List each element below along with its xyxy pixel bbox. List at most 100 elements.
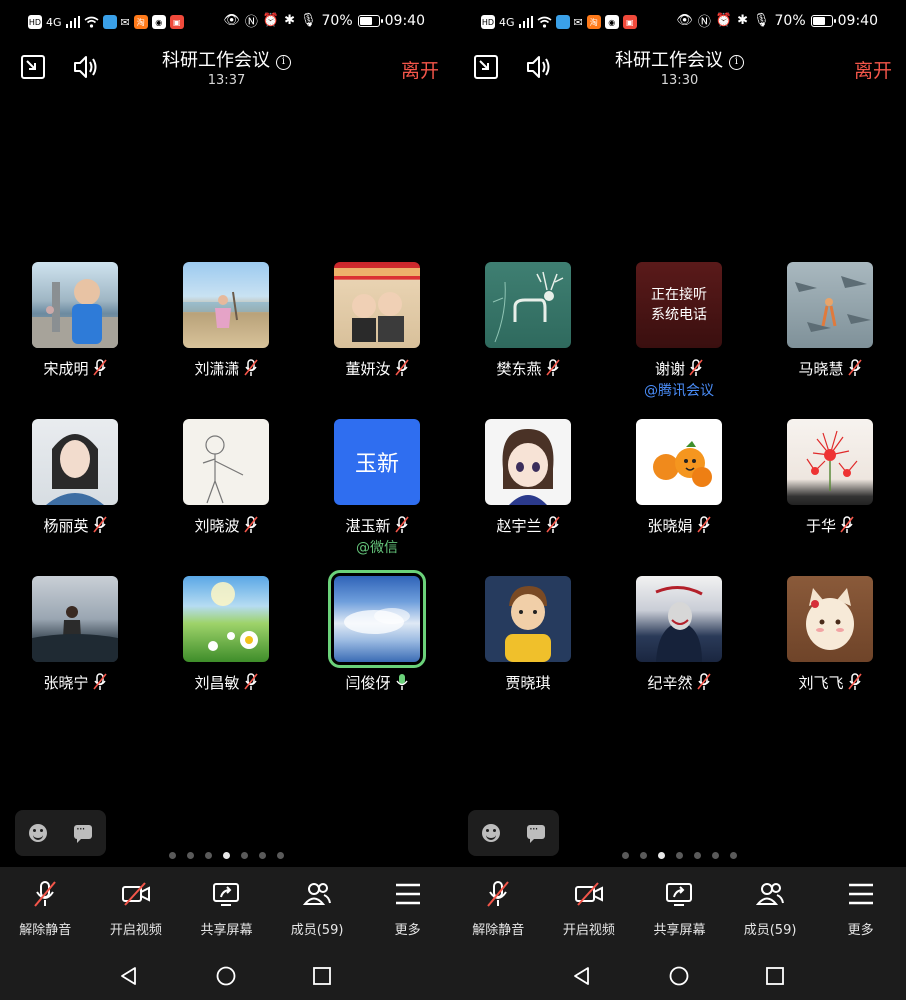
emoji-icon[interactable]	[482, 824, 500, 842]
battery-icon	[357, 14, 383, 27]
share-screen-label: 共享屏幕	[653, 923, 706, 938]
recent-apps-icon[interactable]	[311, 965, 333, 987]
mic-muted-icon	[92, 359, 107, 376]
members-button[interactable]: 成员(59)	[725, 867, 816, 951]
back-icon[interactable]	[118, 965, 140, 987]
home-icon[interactable]	[668, 965, 690, 987]
meeting-title-group[interactable]: 科研工作会议 i 13:37	[0, 46, 453, 88]
more-button[interactable]: 更多	[815, 867, 906, 951]
participant-tile[interactable]: 于华	[765, 419, 895, 535]
battery-percent: 70%	[774, 12, 806, 29]
page-dot[interactable]	[277, 852, 284, 859]
start-video-button[interactable]: 开启视频	[91, 867, 182, 951]
app-shield-icon: ◉	[604, 15, 619, 29]
participant-name: 刘潇潇	[194, 359, 240, 378]
page-dot[interactable]	[259, 852, 266, 859]
participant-name: 湛玉新	[345, 516, 391, 535]
page-dot[interactable]	[676, 852, 683, 859]
participant-tile[interactable]: 杨丽英	[10, 419, 140, 535]
avatar	[787, 419, 873, 505]
mic-muted-icon	[92, 673, 107, 690]
participant-tile[interactable]: 刘晓波	[161, 419, 291, 535]
participant-tile[interactable]: 张晓娟	[614, 419, 744, 535]
chat-icon[interactable]	[74, 822, 92, 843]
nfc-icon: Ⓝ	[697, 15, 711, 30]
meeting-duration: 13:37	[207, 73, 246, 88]
avatar	[787, 262, 873, 348]
page-dot-active[interactable]	[658, 852, 665, 859]
unmute-button[interactable]: 解除静音	[453, 867, 544, 951]
page-dot[interactable]	[622, 852, 629, 859]
participant-tile[interactable]: 纪辛然	[614, 576, 744, 692]
members-label: 成员(59)	[290, 923, 344, 938]
participant-name: 杨丽英	[43, 516, 89, 535]
participant-source-tag: @腾讯会议	[644, 383, 714, 399]
page-dot[interactable]	[241, 852, 248, 859]
page-indicator[interactable]	[453, 852, 906, 859]
page-indicator[interactable]	[0, 852, 453, 859]
unmute-button[interactable]: 解除静音	[0, 867, 91, 951]
info-icon[interactable]: i	[276, 55, 291, 70]
participant-tile[interactable]: 董妍汝	[312, 262, 442, 378]
taobao-icon: 淘	[133, 15, 148, 29]
battery-fill	[812, 16, 825, 25]
start-video-label: 开启视频	[562, 923, 615, 938]
network-4g-icon: 4G	[499, 15, 515, 29]
menu-icon	[848, 883, 873, 905]
participant-tile[interactable]: 张晓宁	[10, 576, 140, 692]
participant-tile[interactable]: 正在接听 系统电话 谢谢 @腾讯会议	[614, 262, 744, 400]
participant-tile[interactable]: 玉新 湛玉新 @微信	[312, 419, 442, 557]
members-button[interactable]: 成员(59)	[272, 867, 363, 951]
page-dot[interactable]	[730, 852, 737, 859]
back-icon[interactable]	[571, 965, 593, 987]
page-dot[interactable]	[187, 852, 194, 859]
eye-icon: 👁	[676, 13, 693, 28]
reaction-panel	[468, 810, 559, 856]
avatar	[32, 576, 118, 662]
page-dot[interactable]	[694, 852, 701, 859]
page-dot-active[interactable]	[223, 852, 230, 859]
share-screen-button[interactable]: 共享屏幕	[181, 867, 272, 951]
participant-tile[interactable]: 宋成明	[10, 262, 140, 378]
page-dot[interactable]	[640, 852, 647, 859]
avatar	[32, 262, 118, 348]
leave-button[interactable]: 离开	[854, 56, 892, 83]
more-label: 更多	[394, 923, 421, 938]
participant-tile[interactable]: 刘飞飞	[765, 576, 895, 692]
avatar: 玉新	[334, 419, 420, 505]
more-button[interactable]: 更多	[362, 867, 453, 951]
participant-name: 于华	[805, 516, 836, 535]
bluetooth-icon: ✱	[737, 13, 748, 28]
participant-source-tag: @微信	[356, 540, 398, 556]
share-screen-button[interactable]: 共享屏幕	[634, 867, 725, 951]
unmute-label: 解除静音	[19, 923, 72, 938]
recent-apps-icon[interactable]	[764, 965, 786, 987]
chat-icon[interactable]	[527, 822, 545, 843]
page-dot[interactable]	[712, 852, 719, 859]
wechat-icon: ✉	[120, 15, 130, 29]
meeting-title-group[interactable]: 科研工作会议 i 13:30	[453, 46, 906, 88]
avatar	[334, 262, 420, 348]
participant-tile[interactable]: 刘潇潇	[161, 262, 291, 378]
participant-tile-speaking[interactable]: 闫俊伢	[312, 570, 442, 692]
participant-tile[interactable]: 樊东燕	[463, 262, 593, 378]
participant-tile[interactable]: 贾晓琪	[463, 576, 593, 692]
system-nav-bar	[0, 951, 453, 1000]
mic-muted-icon	[34, 881, 57, 907]
emoji-icon[interactable]	[29, 824, 47, 842]
participant-tile[interactable]: 刘昌敏	[161, 576, 291, 692]
mic-status-icon: 🎙	[753, 13, 770, 28]
status-right: 👁 Ⓝ ⏰ ✱ 🎙 70% 09:40	[676, 11, 878, 31]
page-dot[interactable]	[169, 852, 176, 859]
avatar: 正在接听 系统电话	[636, 262, 722, 348]
leave-button[interactable]: 离开	[401, 56, 439, 83]
participant-tile[interactable]: 赵宇兰	[463, 419, 593, 535]
home-icon[interactable]	[215, 965, 237, 987]
start-video-button[interactable]: 开启视频	[544, 867, 635, 951]
participant-name: 贾晓琪	[505, 673, 551, 692]
info-icon[interactable]: i	[729, 55, 744, 70]
meeting-title: 科研工作会议	[162, 50, 270, 71]
meeting-duration: 13:30	[660, 73, 699, 88]
page-dot[interactable]	[205, 852, 212, 859]
participant-tile[interactable]: 马晓慧	[765, 262, 895, 378]
